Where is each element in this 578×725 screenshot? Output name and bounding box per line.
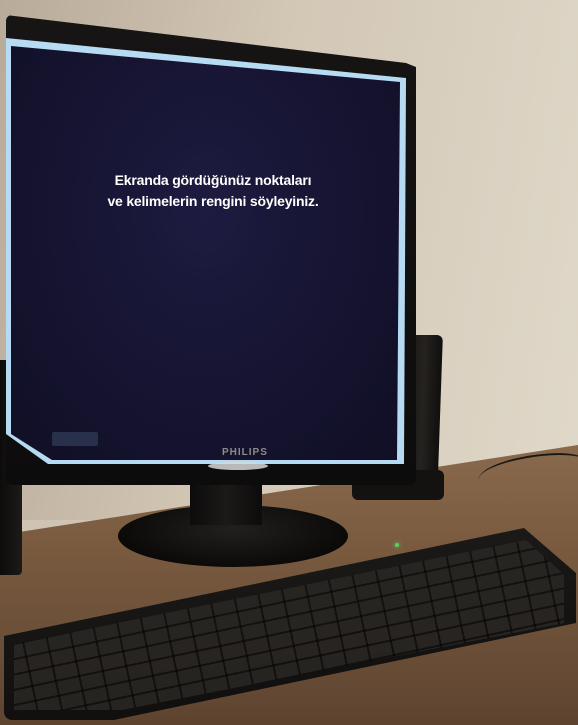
monitor-power-light-strip bbox=[208, 462, 268, 470]
instruction-text: Ekranda gördüğünüz noktaları ve kelimele… bbox=[98, 170, 328, 212]
monitor-brand-logo: PHILIPS bbox=[222, 447, 268, 458]
photo-scene: Ekranda gördüğünüz noktaları ve kelimele… bbox=[0, 0, 578, 725]
instruction-line-1: Ekranda gördüğünüz noktaları bbox=[114, 172, 312, 188]
taskbar-fragment bbox=[52, 432, 98, 446]
instruction-line-2: ve kelimelerin rengini söyleyiniz. bbox=[107, 193, 319, 209]
green-led-indicator-icon bbox=[395, 543, 399, 547]
monitor-screen bbox=[11, 46, 400, 460]
